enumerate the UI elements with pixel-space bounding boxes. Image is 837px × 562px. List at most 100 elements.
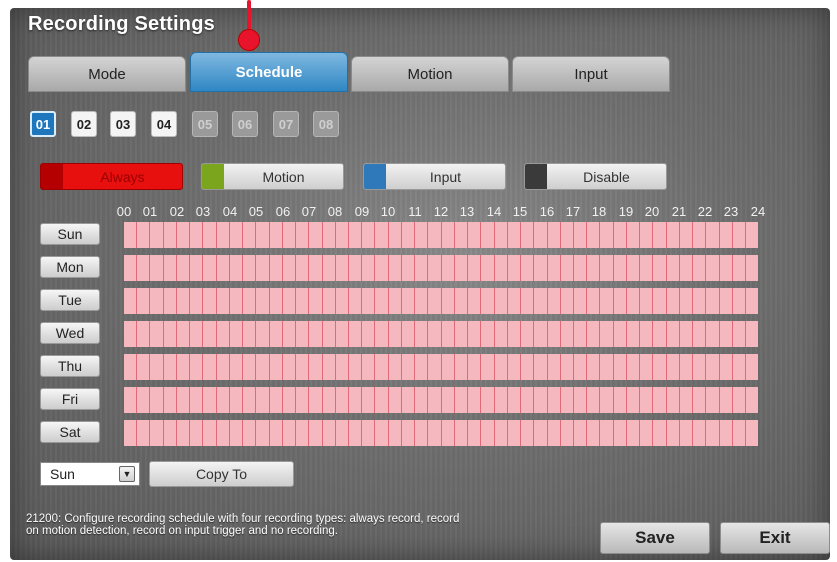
schedule-cell[interactable] — [521, 222, 535, 248]
schedule-cell[interactable] — [124, 321, 138, 347]
schedule-cell[interactable] — [494, 387, 508, 413]
schedule-cell[interactable] — [216, 387, 230, 413]
schedule-cell[interactable] — [428, 387, 442, 413]
schedule-cell[interactable] — [653, 387, 667, 413]
schedule-cell[interactable] — [679, 288, 694, 314]
schedule-cell[interactable] — [507, 288, 522, 314]
schedule-cell[interactable] — [560, 255, 574, 281]
schedule-cell[interactable] — [124, 255, 138, 281]
schedule-cell[interactable] — [428, 354, 442, 380]
schedule-cell[interactable] — [335, 321, 349, 347]
channel-04-button[interactable]: 04 — [151, 111, 177, 137]
schedule-cell[interactable] — [203, 288, 217, 314]
schedule-cell[interactable] — [468, 420, 482, 446]
schedule-cell[interactable] — [190, 255, 204, 281]
schedule-cell[interactable] — [163, 354, 177, 380]
day-button-fri[interactable]: Fri — [40, 388, 100, 410]
schedule-cell[interactable] — [732, 288, 747, 314]
schedule-cell[interactable] — [666, 387, 680, 413]
schedule-cell[interactable] — [243, 288, 257, 314]
schedule-cell[interactable] — [521, 321, 535, 347]
day-button-tue[interactable]: Tue — [40, 289, 100, 311]
schedule-cell[interactable] — [521, 420, 535, 446]
schedule-cell[interactable] — [137, 288, 151, 314]
schedule-cell[interactable] — [163, 255, 177, 281]
schedule-cell[interactable] — [626, 288, 641, 314]
schedule-cell[interactable] — [401, 420, 416, 446]
schedule-cell[interactable] — [216, 354, 230, 380]
schedule-cell[interactable] — [587, 387, 601, 413]
schedule-cell[interactable] — [679, 321, 694, 347]
schedule-cell[interactable] — [521, 387, 535, 413]
copy-to-button[interactable]: Copy To — [149, 461, 294, 487]
channel-01-button[interactable]: 01 — [30, 111, 56, 137]
schedule-cell[interactable] — [481, 420, 495, 446]
schedule-cell[interactable] — [666, 288, 680, 314]
schedule-cell[interactable] — [401, 387, 416, 413]
schedule-cell[interactable] — [693, 222, 707, 248]
schedule-cell[interactable] — [388, 288, 402, 314]
schedule-cell[interactable] — [494, 255, 508, 281]
schedule-cell[interactable] — [653, 288, 667, 314]
schedule-cell[interactable] — [335, 420, 349, 446]
schedule-cell[interactable] — [640, 420, 654, 446]
channel-05-button[interactable]: 05 — [192, 111, 218, 137]
schedule-row-wed[interactable] — [124, 321, 759, 347]
schedule-cell[interactable] — [190, 387, 204, 413]
schedule-cell[interactable] — [693, 288, 707, 314]
schedule-cell[interactable] — [441, 255, 455, 281]
schedule-cell[interactable] — [229, 387, 244, 413]
schedule-cell[interactable] — [719, 288, 733, 314]
schedule-cell[interactable] — [600, 354, 614, 380]
schedule-cell[interactable] — [613, 288, 627, 314]
schedule-cell[interactable] — [534, 222, 548, 248]
schedule-cell[interactable] — [732, 420, 747, 446]
schedule-cell[interactable] — [282, 387, 297, 413]
schedule-cell[interactable] — [693, 321, 707, 347]
legend-always-button[interactable]: Always — [40, 163, 183, 190]
schedule-cell[interactable] — [494, 321, 508, 347]
schedule-cell[interactable] — [137, 255, 151, 281]
schedule-cell[interactable] — [296, 255, 310, 281]
schedule-cell[interactable] — [322, 255, 336, 281]
schedule-cell[interactable] — [719, 387, 733, 413]
schedule-cell[interactable] — [203, 354, 217, 380]
schedule-cell[interactable] — [441, 222, 455, 248]
schedule-cell[interactable] — [547, 321, 561, 347]
schedule-cell[interactable] — [243, 255, 257, 281]
schedule-cell[interactable] — [269, 420, 283, 446]
schedule-cell[interactable] — [124, 354, 138, 380]
schedule-cell[interactable] — [573, 321, 588, 347]
schedule-cell[interactable] — [441, 420, 455, 446]
schedule-cell[interactable] — [679, 354, 694, 380]
schedule-cell[interactable] — [573, 288, 588, 314]
schedule-cell[interactable] — [137, 387, 151, 413]
schedule-cell[interactable] — [494, 420, 508, 446]
channel-08-button[interactable]: 08 — [313, 111, 339, 137]
copy-day-select[interactable]: Sun ▼ — [40, 462, 140, 486]
schedule-cell[interactable] — [309, 222, 323, 248]
schedule-cell[interactable] — [375, 420, 389, 446]
schedule-cell[interactable] — [454, 321, 469, 347]
schedule-row-tue[interactable] — [124, 288, 759, 314]
schedule-cell[interactable] — [269, 222, 283, 248]
schedule-cell[interactable] — [348, 255, 363, 281]
schedule-cell[interactable] — [322, 321, 336, 347]
schedule-cell[interactable] — [269, 288, 283, 314]
tab-schedule[interactable]: Schedule — [190, 52, 348, 92]
schedule-cell[interactable] — [454, 255, 469, 281]
schedule-cell[interactable] — [521, 288, 535, 314]
schedule-cell[interactable] — [679, 420, 694, 446]
schedule-cell[interactable] — [176, 222, 191, 248]
day-button-wed[interactable]: Wed — [40, 322, 100, 344]
schedule-cell[interactable] — [481, 255, 495, 281]
schedule-cell[interactable] — [269, 354, 283, 380]
schedule-cell[interactable] — [547, 288, 561, 314]
schedule-cell[interactable] — [428, 222, 442, 248]
legend-motion-button[interactable]: Motion — [201, 163, 344, 190]
schedule-cell[interactable] — [229, 354, 244, 380]
schedule-cell[interactable] — [150, 255, 164, 281]
schedule-cell[interactable] — [203, 387, 217, 413]
schedule-cell[interactable] — [560, 387, 574, 413]
schedule-cell[interactable] — [415, 321, 429, 347]
